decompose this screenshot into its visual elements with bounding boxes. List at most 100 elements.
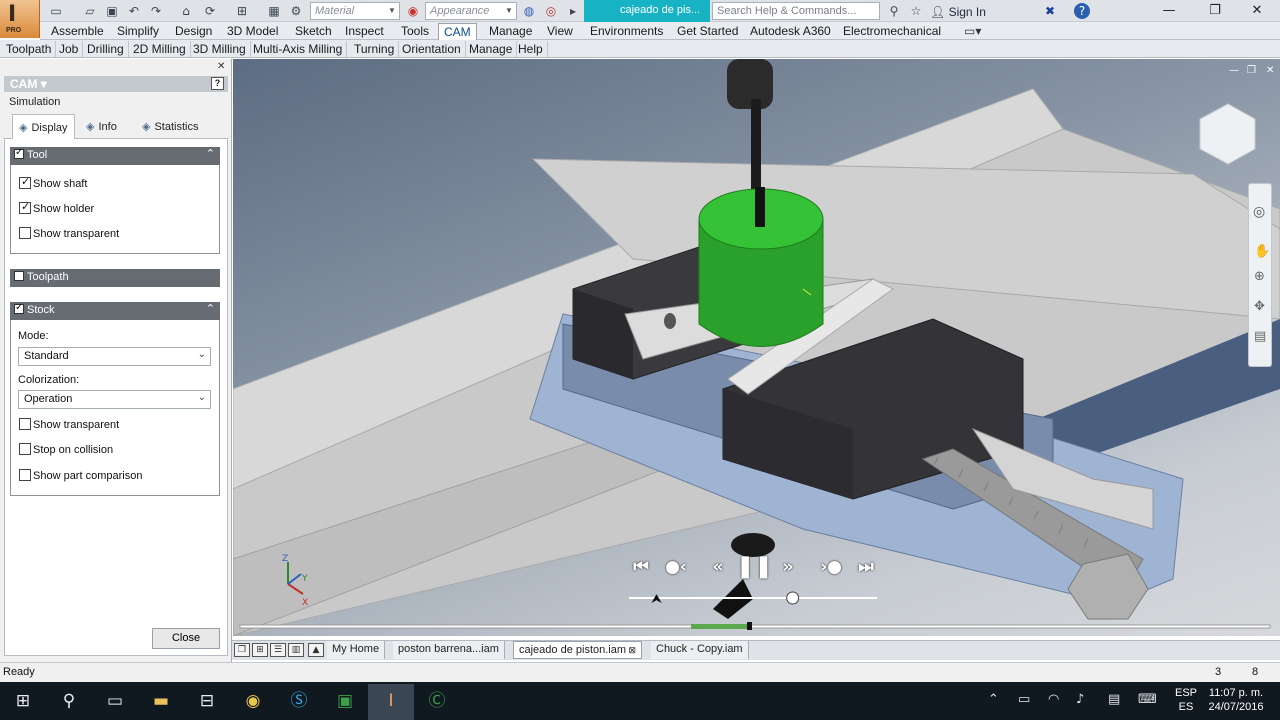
appearance-combo[interactable]: Appearance ▼ [425,2,517,20]
go-to-start-icon[interactable]: ⏮︎ [625,554,657,580]
tool-group-checkbox[interactable] [14,147,24,159]
ribbon-tab-design[interactable]: Design [170,23,217,40]
minimize-icon[interactable]: — [1146,0,1192,22]
next-operation-icon[interactable]: ›● [815,554,847,580]
update-icon[interactable]: ⟳ [202,3,218,19]
panel-multi-axis-milling[interactable]: Multi-Axis Milling [249,41,348,57]
star-icon[interactable]: ☆ [908,3,924,19]
close-icon[interactable]: ✕ [217,61,225,72]
cam-panel-header[interactable]: CAM ▾ [4,76,228,92]
panel-toolpath[interactable]: Toolpath [2,41,57,57]
tile-horizontal-icon[interactable]: ☰ [270,643,286,657]
ribbon-display-toggle-icon[interactable]: ▭▾ [964,24,981,38]
panel-job[interactable]: Job [55,41,84,57]
step-back-icon[interactable]: « [702,554,734,580]
ribbon-tab-manage[interactable]: Manage [484,23,537,40]
ribbon-tab-inspect[interactable]: Inspect [340,23,389,40]
tile-vertical-icon[interactable]: ▥ [288,643,304,657]
exchange-icon[interactable]: ✖ [1042,3,1058,19]
step-forward-icon[interactable]: » [772,554,804,580]
camtasia-studio-icon[interactable]: Ⓒ [414,684,460,720]
clear-override-icon[interactable]: ◎ [543,3,559,19]
close-window-icon[interactable]: ✕ [1234,0,1280,22]
more-icon[interactable]: ▸ [565,3,581,19]
keyboard-icon[interactable]: ⌨ [1138,692,1157,707]
ribbon-tab-environments[interactable]: Environments [585,23,668,40]
sign-in-button[interactable]: 👤︎ Sign In [930,0,986,22]
checkbox-box[interactable] [19,443,31,455]
collapse-icon[interactable]: ⌃ [206,147,215,160]
restore-icon[interactable]: ❐ [1192,0,1238,22]
tool-show-transparent-checkbox[interactable]: Show transparent [19,227,119,241]
panel-manage[interactable]: Manage [465,41,518,57]
help-icon[interactable]: ? [1074,3,1090,19]
minimize-icon[interactable]: — [1229,65,1239,76]
adjust-icon[interactable]: ◍ [521,3,537,19]
cascade-icon[interactable]: ❐ [234,643,250,657]
volume-icon[interactable]: ♪ [1076,692,1084,707]
appearance-icon[interactable]: ◉ [405,3,421,19]
battery-icon[interactable]: ▭ [1018,692,1030,707]
toolpath-group-header[interactable]: Toolpath [10,269,220,287]
previous-operation-icon[interactable]: ●‹ [660,554,692,580]
panel-orientation[interactable]: Orientation [398,41,466,57]
save-icon[interactable]: ▣ [104,3,120,19]
look-at-icon[interactable]: ▤ [1254,329,1266,344]
binoculars-icon[interactable]: ⚲ [886,3,902,19]
chrome-icon[interactable]: ◉ [230,684,276,720]
tab-display[interactable]: ◈ Display [12,114,75,139]
redo-icon[interactable]: ↷ [148,3,164,19]
ribbon-tab-3d-model[interactable]: 3D Model [222,23,283,40]
open-icon[interactable]: ▱ [82,3,98,19]
show-holder-checkbox[interactable]: Show holder [19,200,94,216]
panel-help[interactable]: Help [514,41,548,57]
close-tab-icon[interactable]: ⊠ [626,645,637,655]
close-icon[interactable]: ✕ [1266,65,1274,76]
chevron-up-icon[interactable]: ⌃ [988,692,999,707]
document-tab[interactable]: poston barrena...iam [393,641,505,659]
checkbox-box[interactable] [19,200,31,214]
help-icon[interactable]: ? [211,77,224,90]
show-shaft-checkbox[interactable]: Show shaft [19,175,87,191]
ribbon-tab-tools[interactable]: Tools [396,23,434,40]
tab-info[interactable]: ◈ Info [80,114,123,139]
show-part-comparison-checkbox[interactable]: Show part comparison [19,469,142,483]
checkbox-box[interactable] [19,469,31,481]
new-icon[interactable]: ▭ [48,3,64,19]
inventor-icon[interactable]: Ⅰ [368,684,414,720]
checkbox-box[interactable] [19,227,31,239]
restore-icon[interactable]: ❐ [1247,65,1256,76]
stop-on-collision-checkbox[interactable]: Stop on collision [19,443,113,457]
ribbon-tab-simplify[interactable]: Simplify [112,23,164,40]
measure-icon[interactable]: ▦ [266,3,282,19]
search-icon[interactable]: ⚲ [46,684,92,720]
ribbon-tab-view[interactable]: View [542,23,578,40]
ribbon-tab-sketch[interactable]: Sketch [290,23,337,40]
store-icon[interactable]: ⊟ [184,684,230,720]
colorization-select[interactable]: Operation ⌄ [18,390,211,409]
camtasia-recorder-icon[interactable]: ▣ [322,684,368,720]
go-to-end-icon[interactable]: ⏭︎ [850,554,882,580]
skype-icon[interactable]: Ⓢ [276,684,322,720]
tab-statistics[interactable]: ◈ Statistics [136,114,204,139]
tile-icon[interactable]: ⊞ [252,643,268,657]
document-tab[interactable]: cajeado de piston.iam ⊠ [513,641,643,659]
application-menu-button[interactable]: I PRO [0,0,40,38]
ribbon-tab-electromechanical[interactable]: Electromechanical [838,23,946,40]
pause-icon[interactable]: ❚❚ [736,554,773,580]
ribbon-tab-autodesk-a360[interactable]: Autodesk A360 [745,23,836,40]
close-button[interactable]: Close [152,628,220,649]
panel-2d-milling[interactable]: 2D Milling [129,41,191,57]
panel-drilling[interactable]: Drilling [83,41,129,57]
home-icon[interactable]: ⌂ [178,3,194,19]
mode-select[interactable]: Standard ⌄ [18,347,211,366]
wifi-icon[interactable]: ◠ [1048,692,1059,707]
material-combo[interactable]: Material ▼ [310,2,400,20]
checkbox-box[interactable] [19,418,31,430]
document-tab[interactable]: My Home [327,641,386,659]
undo-icon[interactable]: ↶ [126,3,142,19]
collapse-icon[interactable]: ⌃ [206,302,215,315]
orbit-icon[interactable]: ✥ [1254,299,1265,314]
notification-icon[interactable]: ▤ [1108,692,1120,707]
graphics-viewport[interactable]: Z X Y — ❐ ✕ ◎ ✋ ⊕ ✥ ▤ [233,59,1280,636]
